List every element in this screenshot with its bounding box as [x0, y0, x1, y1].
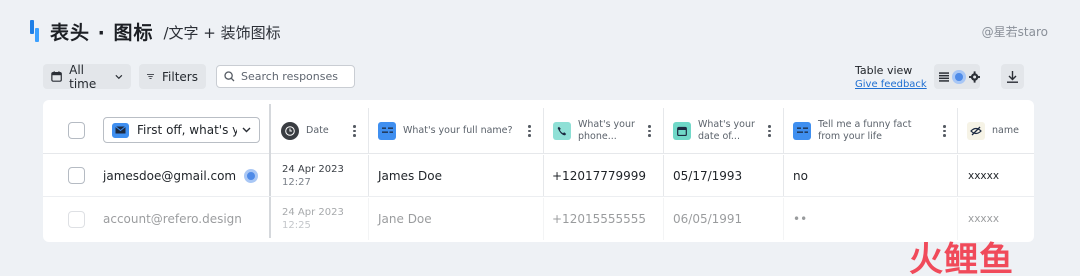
table-view-info: Table view Give feedback — [855, 64, 927, 90]
column-label-dob: What's your date of... — [698, 118, 755, 142]
first-column-label: First off, what's your — [137, 123, 237, 137]
column-menu-icon[interactable] — [528, 125, 532, 137]
column-header-dob[interactable]: What's your date of... — [673, 108, 762, 153]
download-button[interactable] — [1001, 64, 1024, 89]
gear-icon[interactable] — [968, 70, 980, 83]
eye-off-icon — [967, 121, 985, 140]
hidden-name-cell: xxxxx — [968, 169, 1000, 182]
search-icon — [224, 71, 235, 82]
phone-cell: +12015555555 — [552, 212, 647, 226]
author-credit: @星若staro — [981, 25, 1048, 39]
chevron-down-icon — [115, 74, 123, 79]
hidden-name-cell: xxxxx — [968, 213, 1000, 225]
column-header-name[interactable]: name — [967, 108, 1019, 153]
cursor-indicator-icon — [244, 168, 258, 183]
watermark-logo: 火鲤鱼 — [909, 240, 1014, 276]
funny-fact-cell: no — [793, 168, 808, 183]
view-settings-group[interactable] — [934, 64, 980, 89]
page-header: 表头 · 图标 /文字 + 装饰图标 — [30, 16, 281, 46]
column-label-full-name: What's your full name? — [403, 124, 513, 136]
search-input[interactable] — [241, 70, 351, 83]
download-icon — [1007, 70, 1018, 83]
row-checkbox[interactable] — [68, 210, 85, 228]
filter-icon — [147, 74, 155, 79]
responses-table: First off, what's your Date What's your … — [43, 100, 1034, 242]
page-subtitle: /文字 + 装饰图标 — [163, 23, 281, 42]
row-checkbox[interactable] — [68, 167, 85, 184]
dob-cell: 06/05/1991 — [673, 212, 743, 226]
full-name-cell: Jane Doe — [378, 212, 432, 226]
all-time-label: All time — [69, 62, 97, 91]
column-menu-icon[interactable] — [648, 125, 652, 137]
column-menu-icon[interactable] — [943, 125, 947, 137]
table-row[interactable]: account@refero.design 24 Apr 2023 12:25 J… — [43, 198, 1034, 240]
text-lines-icon — [793, 121, 811, 140]
calendar-icon — [51, 71, 62, 82]
date-cell: 24 Apr 2023 — [282, 207, 344, 218]
text-lines-icon — [378, 121, 396, 140]
logo-icon — [30, 20, 42, 42]
column-header-funny-fact[interactable]: Tell me a funny fact from your life — [793, 108, 936, 153]
toolbar: All time Filters Table view Give feedbac… — [43, 62, 1025, 91]
column-label-phone: What's your phone... — [578, 118, 635, 142]
email-icon — [112, 122, 129, 138]
phone-cell: +12017779999 — [552, 168, 647, 183]
column-header-full-name[interactable]: What's your full name? — [378, 108, 513, 153]
give-feedback-link[interactable]: Give feedback — [855, 79, 927, 90]
clock-icon — [281, 121, 299, 140]
chevron-down-icon — [242, 127, 251, 133]
column-label-funny-fact: Tell me a funny fact from your life — [818, 118, 912, 142]
filters-button[interactable]: Filters — [139, 64, 206, 89]
date-cell: 24 Apr 2023 — [282, 163, 344, 175]
column-menu-icon[interactable] — [768, 125, 772, 137]
funny-fact-cell: •• — [793, 212, 808, 226]
cursor-indicator-icon — [952, 69, 966, 84]
full-name-cell: James Doe — [378, 168, 442, 183]
first-column-select[interactable]: First off, what's your — [103, 117, 260, 143]
page-title: 表头 · 图标 — [50, 21, 154, 44]
list-view-icon — [939, 71, 950, 82]
select-all-checkbox[interactable] — [68, 122, 85, 139]
time-cell: 12:25 — [282, 220, 311, 231]
table-view-label: Table view — [855, 64, 913, 77]
time-cell: 12:27 — [282, 176, 311, 188]
email-cell: account@refero.design — [103, 212, 242, 226]
calendar-icon — [673, 121, 691, 140]
dob-cell: 05/17/1993 — [673, 168, 743, 183]
phone-icon — [553, 121, 571, 140]
column-header-date[interactable]: Date — [281, 108, 329, 153]
table-row[interactable]: jamesdoe@gmail.com 24 Apr 2023 12:27 Jame… — [43, 155, 1034, 197]
column-header-phone[interactable]: What's your phone... — [553, 108, 640, 153]
filters-label: Filters — [162, 69, 198, 84]
table-header-row: First off, what's your Date What's your … — [43, 108, 1034, 154]
all-time-dropdown[interactable]: All time — [43, 62, 131, 91]
email-cell: jamesdoe@gmail.com — [103, 168, 237, 183]
column-label-date: Date — [306, 124, 329, 136]
column-menu-icon[interactable] — [353, 125, 357, 137]
search-box[interactable] — [216, 65, 355, 88]
column-label-name: name — [992, 124, 1019, 136]
